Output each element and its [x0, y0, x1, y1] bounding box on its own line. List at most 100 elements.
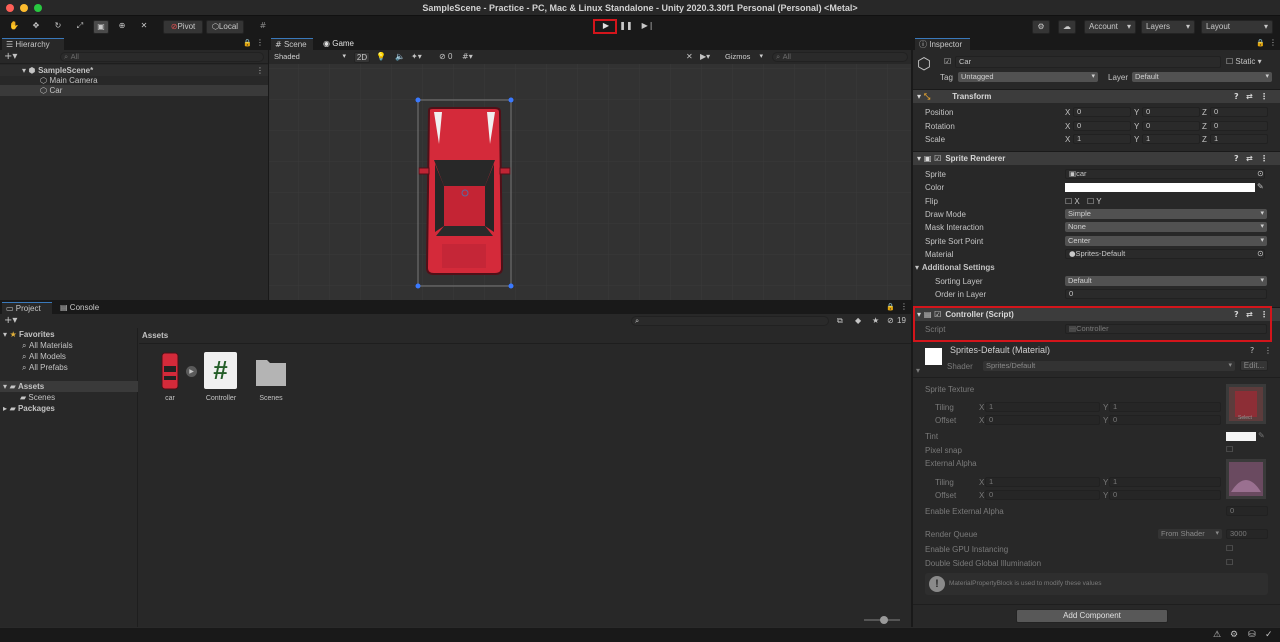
flip-x-checkbox[interactable]: ☐ X [1065, 196, 1080, 207]
object-picker-icon[interactable]: ⊙ [1257, 169, 1264, 178]
tools-icon[interactable]: ✕ [686, 52, 693, 61]
hidden-packages-icon[interactable]: ⊘ [887, 316, 894, 325]
hierarchy-search[interactable]: ⌕ All [60, 52, 264, 62]
tree-assets[interactable]: ▾ ▰ Assets [0, 381, 138, 392]
transform-header[interactable]: ▾ ⤡ Transform ? ⇄ ⋮ [913, 89, 1280, 103]
panel-menu-icon[interactable]: ⋮ [256, 38, 264, 47]
tree-scenes[interactable]: ▰ Scenes [20, 392, 55, 403]
settings-icon[interactable]: ⚙ [1230, 630, 1238, 640]
tab-project[interactable]: ▭ Project [2, 302, 52, 314]
sorting-layer-dropdown[interactable]: Default [1065, 276, 1267, 286]
filter-label-icon[interactable]: ◆ [855, 316, 861, 325]
asset-controller[interactable]: # Controller [201, 352, 239, 402]
breadcrumb[interactable]: Assets [142, 331, 168, 340]
sprite-field[interactable]: ▣car [1065, 169, 1265, 179]
asset-scenes-folder[interactable]: Scenes [253, 352, 289, 402]
order-in-layer-field[interactable]: 0 [1065, 289, 1267, 299]
active-checkbox[interactable]: ☑ [944, 57, 951, 66]
lock-icon[interactable]: 🔒 [1256, 39, 1265, 47]
rect-tool-icon[interactable]: ▣ [93, 20, 109, 34]
color-swatch[interactable] [1065, 183, 1255, 192]
draw-mode-dropdown[interactable]: Simple [1065, 209, 1267, 219]
local-toggle[interactable]: ⬡Local [206, 20, 244, 34]
maximize-window-button[interactable] [34, 4, 42, 12]
help-icon[interactable]: ? [1250, 346, 1254, 355]
tree-packages[interactable]: ▸ ▰ Packages [0, 403, 55, 414]
cloud-icon[interactable]: ☁ [1058, 20, 1076, 34]
scale-tool-icon[interactable]: ⤢ [73, 20, 87, 34]
layers-dropdown[interactable]: Layers ▾ [1141, 20, 1195, 34]
scale-y-field[interactable]: 1 [1142, 134, 1200, 144]
position-y-field[interactable]: 0 [1142, 107, 1200, 117]
shading-dropdown[interactable]: Shaded [271, 52, 349, 62]
static-toggle[interactable]: ☐ Static ▾ [1226, 56, 1278, 67]
slider-handle[interactable] [880, 616, 888, 624]
tab-hierarchy[interactable]: ☰ Hierarchy [2, 38, 64, 50]
cache-server-icon[interactable]: ⛁ [1248, 630, 1256, 640]
material-field[interactable]: ●Sprites-Default [1065, 249, 1265, 259]
axis-label[interactable]: Y [1134, 107, 1139, 118]
panel-menu-icon[interactable]: ⋮ [1269, 38, 1277, 47]
asset-car[interactable]: ▶ car [155, 352, 197, 402]
2d-toggle[interactable]: 2D [354, 52, 370, 63]
rotation-y-field[interactable]: 0 [1142, 121, 1200, 131]
axis-label[interactable]: Z [1202, 121, 1207, 132]
scene-search[interactable]: ⌕ All [772, 52, 908, 62]
effects-icon[interactable]: ✦▾ [411, 52, 422, 61]
move-tool-icon[interactable]: ✥ [29, 20, 43, 34]
position-z-field[interactable]: 0 [1210, 107, 1268, 117]
account-dropdown[interactable]: Account ▾ [1084, 20, 1136, 34]
axis-label[interactable]: X [1065, 121, 1070, 132]
sort-point-dropdown[interactable]: Center [1065, 236, 1267, 246]
eyedropper-icon[interactable]: ✎ [1257, 182, 1264, 191]
axis-label[interactable]: X [1065, 107, 1070, 118]
layer-dropdown[interactable]: Default [1132, 72, 1272, 82]
pivot-toggle[interactable]: ⊘Pivot [163, 20, 203, 34]
axis-label[interactable]: Z [1202, 134, 1207, 145]
visibility-icon[interactable]: ⊘ [439, 52, 446, 61]
pause-button[interactable]: ❚❚ [618, 20, 634, 34]
step-button[interactable]: ▶❘ [640, 20, 656, 34]
rotation-x-field[interactable]: 0 [1073, 121, 1131, 131]
scale-z-field[interactable]: 1 [1210, 134, 1268, 144]
scene-viewport[interactable] [269, 64, 911, 300]
material-foldout-icon[interactable]: ▾ [916, 366, 920, 375]
filter-type-icon[interactable]: ⧉ [837, 316, 843, 326]
tab-game[interactable]: ◉ Game [319, 38, 361, 50]
flip-y-checkbox[interactable]: ☐ Y [1087, 196, 1102, 207]
favorites-row[interactable]: ▾ ★ Favorites [0, 329, 138, 340]
gameobject-cube-icon[interactable]: ⬡ [917, 54, 931, 73]
favorite-all-materials[interactable]: ⌕ All Materials [22, 340, 73, 351]
object-picker-icon[interactable]: ⊙ [1257, 249, 1264, 258]
lock-icon[interactable]: 🔒 [243, 39, 252, 47]
camera-icon[interactable]: ▶▾ [700, 52, 710, 61]
tab-scene[interactable]: # Scene [271, 38, 313, 50]
custom-tool-icon[interactable]: ✕ [137, 20, 151, 34]
favorite-all-models[interactable]: ⌕ All Models [22, 351, 66, 362]
axis-label[interactable]: Y [1134, 121, 1139, 132]
object-name-field[interactable]: Car [955, 56, 1221, 68]
minimize-window-button[interactable] [20, 4, 28, 12]
material-menu-icon[interactable]: ⋮ [1264, 346, 1272, 355]
lock-icon[interactable]: 🔒 [886, 303, 895, 311]
favorite-all-prefabs[interactable]: ⌕ All Prefabs [22, 362, 68, 373]
progress-ok-icon[interactable]: ✓ [1265, 630, 1273, 640]
layout-dropdown[interactable]: Layout ▾ [1201, 20, 1273, 34]
tab-inspector[interactable]: ⓘ Inspector [915, 38, 970, 50]
tag-dropdown[interactable]: Untagged [958, 72, 1098, 82]
collab-icon[interactable]: ⚙ [1032, 20, 1050, 34]
axis-label[interactable]: Z [1202, 107, 1207, 118]
hierarchy-item-car[interactable]: ⬡ Car [0, 85, 268, 96]
add-component-button[interactable]: Add Component [1016, 609, 1168, 623]
hand-tool-icon[interactable]: ✋ [7, 20, 21, 34]
favorite-star-icon[interactable]: ★ [872, 316, 879, 325]
tab-console[interactable]: ▤ Console [56, 302, 106, 314]
audio-icon[interactable]: 🔈 [395, 52, 405, 61]
grid-icon[interactable]: #▾ [462, 52, 473, 61]
lighting-icon[interactable]: 💡 [376, 52, 386, 61]
project-search[interactable]: ⌕ [631, 316, 829, 326]
axis-label[interactable]: Y [1134, 134, 1139, 145]
bug-icon[interactable]: ⚠ [1213, 630, 1221, 640]
rotation-z-field[interactable]: 0 [1210, 121, 1268, 131]
panel-menu-icon[interactable]: ⋮ [900, 302, 908, 311]
